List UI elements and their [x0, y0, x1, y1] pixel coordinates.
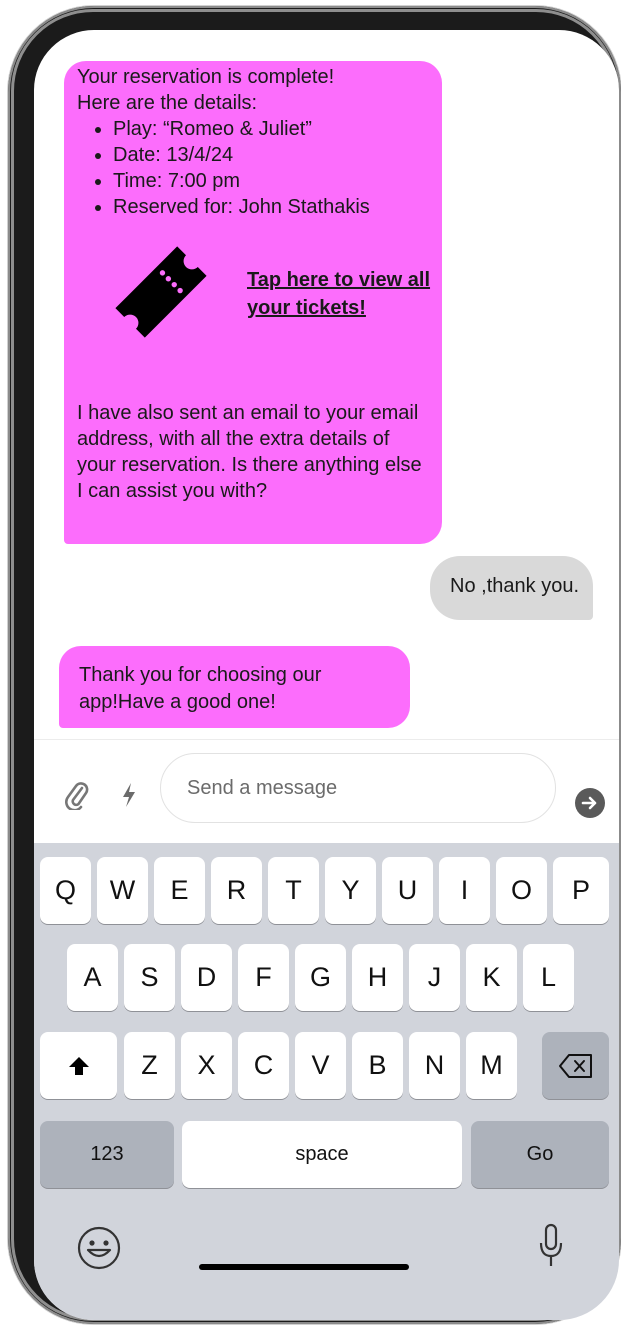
- bot-message-reservation: Your reservation is complete! Here are t…: [64, 61, 442, 544]
- key-r[interactable]: R: [211, 857, 262, 924]
- shift-icon: [68, 1056, 89, 1075]
- key-s[interactable]: S: [124, 944, 175, 1011]
- emoji-icon[interactable]: [77, 1226, 121, 1270]
- key-y[interactable]: Y: [325, 857, 376, 924]
- key-v[interactable]: V: [295, 1032, 346, 1099]
- phone-screen: Your reservation is complete! Here are t…: [34, 30, 619, 1320]
- go-key[interactable]: Go: [471, 1121, 609, 1188]
- bot-message-thanks: Thank you for choosing our app!Have a go…: [59, 646, 410, 728]
- key-c[interactable]: C: [238, 1032, 289, 1099]
- message-input[interactable]: [160, 753, 556, 823]
- key-h[interactable]: H: [352, 944, 403, 1011]
- reservation-details-list: Play: “Romeo & Juliet” Date: 13/4/24 Tim…: [77, 116, 432, 220]
- key-x[interactable]: X: [181, 1032, 232, 1099]
- phone-frame: Your reservation is complete! Here are t…: [8, 6, 621, 1324]
- key-b[interactable]: B: [352, 1032, 403, 1099]
- key-l[interactable]: L: [523, 944, 574, 1011]
- key-f[interactable]: F: [238, 944, 289, 1011]
- key-t[interactable]: T: [268, 857, 319, 924]
- key-a[interactable]: A: [67, 944, 118, 1011]
- key-g[interactable]: G: [295, 944, 346, 1011]
- message-composer: [34, 739, 619, 844]
- key-u[interactable]: U: [382, 857, 433, 924]
- reservation-intro-line1: Your reservation is complete!: [77, 66, 335, 88]
- detail-reserved-for: Reserved for: John Stathakis: [113, 194, 432, 220]
- key-n[interactable]: N: [409, 1032, 460, 1099]
- detail-date: Date: 13/4/24: [113, 142, 432, 168]
- key-k[interactable]: K: [466, 944, 517, 1011]
- user-message: No ,thank you.: [430, 556, 593, 620]
- send-arrow-icon[interactable]: [575, 788, 605, 818]
- numbers-key[interactable]: 123: [40, 1121, 174, 1188]
- reservation-intro-line2: Here are the details:: [77, 92, 258, 114]
- home-indicator: [199, 1264, 409, 1270]
- key-o[interactable]: O: [496, 857, 547, 924]
- microphone-icon[interactable]: [538, 1223, 564, 1269]
- key-m[interactable]: M: [466, 1032, 517, 1099]
- key-z[interactable]: Z: [124, 1032, 175, 1099]
- paperclip-icon[interactable]: [64, 780, 90, 810]
- key-i[interactable]: I: [439, 857, 490, 924]
- detail-play: Play: “Romeo & Juliet”: [113, 116, 432, 142]
- detail-time: Time: 7:00 pm: [113, 168, 432, 194]
- backspace-key[interactable]: [542, 1032, 609, 1099]
- key-w[interactable]: W: [97, 857, 148, 924]
- key-p[interactable]: P: [553, 857, 609, 924]
- reservation-followup-text: I have also sent an email to your email …: [77, 402, 422, 502]
- view-tickets-link[interactable]: Tap here to view all your tickets!: [247, 266, 437, 322]
- key-d[interactable]: D: [181, 944, 232, 1011]
- key-e[interactable]: E: [154, 857, 205, 924]
- ticket-row: Tap here to view all your tickets!: [77, 220, 432, 400]
- backspace-icon: [558, 1053, 592, 1078]
- space-key[interactable]: space: [182, 1121, 462, 1188]
- shift-key[interactable]: [40, 1032, 117, 1099]
- keyboard: Q W E R T Y U I O P A S D F G H J K L Z …: [34, 843, 619, 1320]
- lightning-icon[interactable]: [121, 782, 137, 808]
- ticket-icon[interactable]: [109, 240, 213, 344]
- key-q[interactable]: Q: [40, 857, 91, 924]
- key-j[interactable]: J: [409, 944, 460, 1011]
